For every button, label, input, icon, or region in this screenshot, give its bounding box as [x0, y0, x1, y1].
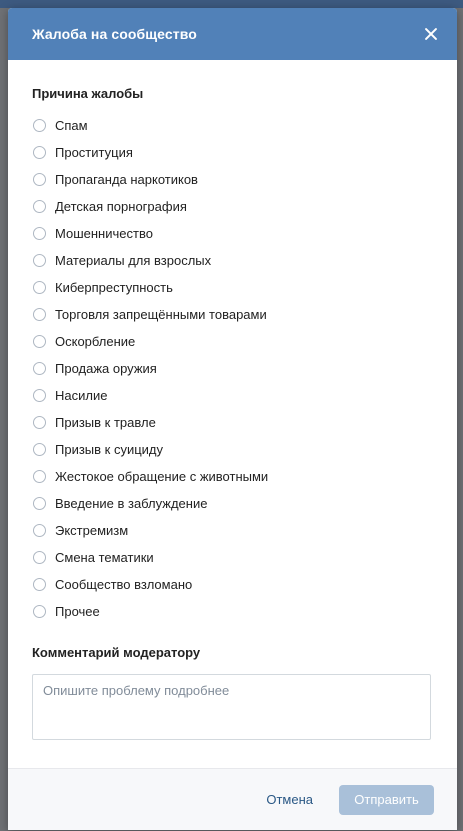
reason-option-label: Насилие: [55, 388, 108, 403]
reason-option[interactable]: Проституция: [32, 139, 433, 166]
reason-option[interactable]: Киберпреступность: [32, 274, 433, 301]
reason-option-label: Детская порнография: [55, 199, 187, 214]
radio-button[interactable]: [33, 281, 46, 294]
reason-option-label: Сообщество взломано: [55, 577, 193, 592]
radio-button[interactable]: [33, 254, 46, 267]
reason-option-label: Торговля запрещёнными товарами: [55, 307, 267, 322]
radio-button[interactable]: [33, 416, 46, 429]
dialog-title: Жалоба на сообщество: [32, 26, 197, 42]
reason-option[interactable]: Жестокое обращение с животными: [32, 463, 433, 490]
reason-option-label: Материалы для взрослых: [55, 253, 212, 268]
reason-option[interactable]: Сообщество взломано: [32, 571, 433, 598]
reason-option-label: Мошенничество: [55, 226, 153, 241]
radio-button[interactable]: [33, 389, 46, 402]
radio-button[interactable]: [33, 308, 46, 321]
reason-option[interactable]: Насилие: [32, 382, 433, 409]
reason-option-label: Оскорбление: [55, 334, 136, 349]
report-community-dialog: Жалоба на сообщество Причина жалобы Спам…: [8, 8, 457, 830]
radio-button[interactable]: [33, 200, 46, 213]
reason-option-label: Прочее: [55, 604, 100, 619]
radio-button[interactable]: [33, 443, 46, 456]
reason-option-label: Киберпреступность: [55, 280, 173, 295]
reason-option[interactable]: Продажа оружия: [32, 355, 433, 382]
close-icon[interactable]: [421, 24, 441, 44]
submit-button[interactable]: Отправить: [339, 784, 434, 815]
background-page-header: [0, 0, 463, 8]
reason-option-label: Призыв к суициду: [55, 442, 164, 457]
radio-button[interactable]: [33, 524, 46, 537]
radio-button[interactable]: [33, 119, 46, 132]
reason-option-label: Экстремизм: [55, 523, 129, 538]
cancel-button[interactable]: Отмена: [266, 792, 313, 807]
radio-button[interactable]: [33, 470, 46, 483]
dialog-body: Причина жалобы Спам Проституция Пропаганда…: [8, 60, 457, 740]
reason-option-label: Введение в заблуждение: [55, 496, 208, 511]
reason-option-label: Призыв к травле: [55, 415, 156, 430]
radio-button[interactable]: [33, 227, 46, 240]
radio-button[interactable]: [33, 497, 46, 510]
radio-button[interactable]: [33, 551, 46, 564]
reason-option[interactable]: Призыв к травле: [32, 409, 433, 436]
reason-option-label: Проституция: [55, 145, 133, 160]
reason-option[interactable]: Пропаганда наркотиков: [32, 166, 433, 193]
radio-button[interactable]: [33, 146, 46, 159]
reason-option-label: Продажа оружия: [55, 361, 157, 376]
reason-option[interactable]: Торговля запрещёнными товарами: [32, 301, 433, 328]
dialog-header: Жалоба на сообщество: [8, 8, 457, 60]
reason-option-label: Пропаганда наркотиков: [55, 172, 198, 187]
reason-option[interactable]: Спам: [32, 112, 433, 139]
reason-list: Спам Проституция Пропаганда наркотиков Детс…: [32, 112, 433, 625]
radio-button[interactable]: [33, 173, 46, 186]
reason-option[interactable]: Введение в заблуждение: [32, 490, 433, 517]
reason-option-label: Спам: [55, 118, 88, 133]
reason-option-label: Смена тематики: [55, 550, 154, 565]
reason-option[interactable]: Экстремизм: [32, 517, 433, 544]
reason-option[interactable]: Смена тематики: [32, 544, 433, 571]
radio-button[interactable]: [33, 362, 46, 375]
dialog-footer: Отмена Отправить: [8, 768, 457, 830]
reason-option[interactable]: Мошенничество: [32, 220, 433, 247]
radio-button[interactable]: [33, 605, 46, 618]
reason-option[interactable]: Прочее: [32, 598, 433, 625]
reason-option[interactable]: Призыв к суициду: [32, 436, 433, 463]
reason-option[interactable]: Материалы для взрослых: [32, 247, 433, 274]
reason-section-label: Причина жалобы: [32, 86, 144, 101]
comment-textarea[interactable]: [32, 674, 431, 740]
reason-option-label: Жестокое обращение с животными: [55, 469, 269, 484]
reason-option[interactable]: Детская порнография: [32, 193, 433, 220]
radio-button[interactable]: [33, 578, 46, 591]
comment-label: Комментарий модератору: [32, 645, 201, 660]
radio-button[interactable]: [33, 335, 46, 348]
reason-option[interactable]: Оскорбление: [32, 328, 433, 355]
